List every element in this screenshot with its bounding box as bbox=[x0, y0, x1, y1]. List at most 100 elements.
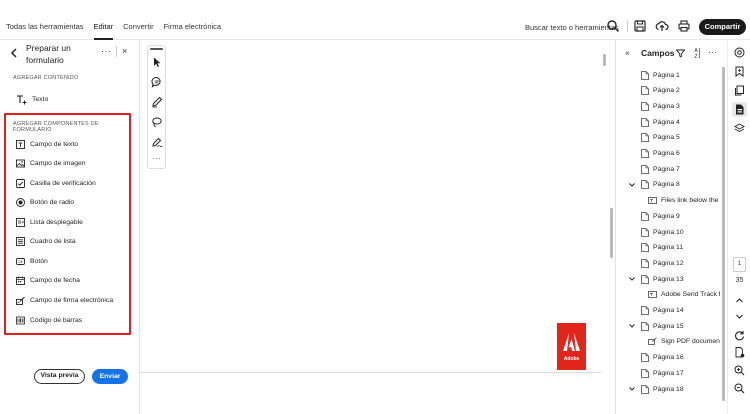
menu-e-sign[interactable]: Firma electrónica bbox=[164, 22, 222, 36]
page-node[interactable]: Página 3 bbox=[641, 100, 680, 112]
checkbox-item[interactable]: Casilla de verificación bbox=[16, 177, 96, 189]
dropdown-list-item[interactable]: Lista desplegable bbox=[16, 216, 83, 228]
tool-strip-handle[interactable] bbox=[150, 48, 163, 50]
chevron-down-icon[interactable] bbox=[628, 275, 636, 283]
menu-all-tools[interactable]: Todas las herramientas bbox=[6, 22, 84, 36]
more-tools-icon[interactable]: ··· bbox=[148, 154, 165, 163]
page-node[interactable]: Página 18 bbox=[629, 383, 684, 395]
search-icon[interactable] bbox=[606, 19, 620, 33]
panel-header-divider bbox=[116, 46, 117, 57]
e-signature-field-item[interactable]: Campo de firma electrónica bbox=[16, 294, 113, 306]
cloud-upload-icon[interactable] bbox=[655, 19, 669, 33]
chevron-up-icon[interactable] bbox=[734, 295, 745, 306]
comment-icon[interactable] bbox=[151, 76, 163, 88]
close-icon[interactable]: × bbox=[122, 46, 127, 56]
image-field-item[interactable]: Campo de imagen bbox=[16, 157, 86, 169]
menu-edit[interactable]: Editar bbox=[93, 22, 113, 40]
layers-icon[interactable] bbox=[734, 123, 745, 134]
more-options-icon[interactable]: ··· bbox=[101, 46, 112, 56]
field-node[interactable]: Adobe Send Track fo bbox=[648, 289, 720, 301]
send-button[interactable]: Enviar bbox=[92, 369, 128, 384]
current-page-input[interactable]: 1 bbox=[733, 257, 746, 272]
page-node[interactable]: Página 5 bbox=[641, 132, 680, 144]
fields-scrollbar[interactable] bbox=[722, 67, 725, 401]
chevron-down-icon[interactable] bbox=[628, 181, 636, 189]
checkbox-icon bbox=[16, 178, 25, 188]
svg-text:OK: OK bbox=[18, 260, 24, 264]
page-node[interactable]: Página 10 bbox=[641, 226, 684, 238]
zoom-out-icon[interactable] bbox=[734, 383, 745, 394]
date-field-label: Campo de fecha bbox=[30, 276, 80, 284]
button-item[interactable]: OK Botón bbox=[16, 255, 48, 267]
back-arrow-icon[interactable] bbox=[9, 48, 19, 58]
dropdown-icon bbox=[16, 217, 25, 227]
page-node[interactable]: Página 1 bbox=[641, 69, 680, 81]
print-icon[interactable] bbox=[677, 19, 691, 33]
select-cursor-icon[interactable] bbox=[151, 56, 163, 68]
field-node[interactable]: Files link below the Se bbox=[648, 195, 720, 207]
node-label: Página 4 bbox=[653, 118, 680, 126]
page-bottom-edge bbox=[141, 372, 601, 373]
page-icon bbox=[641, 149, 649, 158]
save-icon[interactable] bbox=[633, 19, 647, 33]
add-text-item[interactable]: Texto bbox=[16, 93, 48, 105]
copy-pages-icon[interactable] bbox=[734, 85, 745, 96]
search-tools-button[interactable]: Buscar texto o herramientas bbox=[525, 23, 619, 32]
node-label: Página 9 bbox=[653, 212, 680, 220]
page-icon bbox=[641, 243, 649, 253]
canvas-scroll-thumb-top[interactable] bbox=[603, 54, 606, 66]
chevron-down-icon[interactable] bbox=[734, 311, 745, 322]
form-document-icon[interactable] bbox=[734, 104, 745, 115]
field-node[interactable]: Sign PDF documents bbox=[648, 336, 720, 348]
barcode-item[interactable]: Código de barras bbox=[16, 314, 82, 326]
page-node[interactable]: Página 12 bbox=[641, 257, 684, 269]
prepare-form-panel: Preparar un formulario ··· × AGREGAR CON… bbox=[0, 40, 140, 414]
page-node[interactable]: Página 8 bbox=[629, 179, 680, 191]
node-label: Página 2 bbox=[653, 87, 680, 95]
page-settings-icon[interactable] bbox=[734, 347, 745, 358]
preview-button[interactable]: Vista previa bbox=[34, 369, 85, 384]
chevron-down-icon[interactable] bbox=[628, 385, 636, 393]
list-box-item[interactable]: Cuadro de lista bbox=[16, 235, 76, 247]
page-node[interactable]: Página 9 bbox=[641, 210, 680, 222]
lasso-draw-icon[interactable] bbox=[151, 116, 163, 128]
signature-field-icon bbox=[648, 337, 657, 346]
text-field-item[interactable]: Campo de texto bbox=[16, 138, 78, 150]
node-label: Página 5 bbox=[653, 134, 680, 142]
section-add-content: AGREGAR CONTENIDO bbox=[13, 75, 79, 81]
page-node[interactable]: Página 6 bbox=[641, 148, 680, 160]
page-icon bbox=[641, 117, 649, 127]
calendar-icon bbox=[16, 276, 25, 285]
page-icon bbox=[641, 133, 649, 143]
page-icon bbox=[641, 306, 649, 315]
page-node[interactable]: Página 17 bbox=[641, 367, 684, 379]
page-node[interactable]: Página 14 bbox=[641, 305, 684, 317]
page-node[interactable]: Página 7 bbox=[641, 163, 680, 175]
menu-convert[interactable]: Convertir bbox=[123, 22, 153, 36]
total-pages: 35 bbox=[735, 277, 744, 284]
radio-icon bbox=[16, 197, 25, 207]
page-node[interactable]: Página 2 bbox=[641, 85, 680, 97]
fill-sign-icon[interactable] bbox=[151, 136, 163, 148]
document-canvas[interactable]: ··· Adobe bbox=[141, 40, 601, 414]
page-icon bbox=[641, 321, 649, 331]
page-node[interactable]: Página 13 bbox=[629, 273, 684, 285]
page-node[interactable]: Página 16 bbox=[641, 352, 684, 364]
e-signature-field-label: Campo de firma electrónica bbox=[30, 296, 114, 304]
page-node[interactable]: Página 4 bbox=[641, 116, 680, 128]
rotate-icon[interactable] bbox=[734, 330, 745, 341]
radio-button-item[interactable]: Botón de radio bbox=[16, 196, 74, 208]
share-button[interactable]: Compartir bbox=[699, 19, 746, 35]
pencil-icon[interactable] bbox=[151, 96, 163, 108]
canvas-scroll-thumb[interactable] bbox=[610, 208, 613, 258]
ai-assistant-icon[interactable] bbox=[734, 47, 745, 58]
barcode-label: Código de barras bbox=[30, 316, 83, 324]
zoom-in-icon[interactable] bbox=[734, 365, 745, 376]
page-node[interactable]: Página 11 bbox=[641, 242, 683, 254]
chevron-down-icon[interactable] bbox=[628, 322, 636, 330]
bookmark-icon[interactable] bbox=[734, 66, 745, 77]
date-field-item[interactable]: Campo de fecha bbox=[16, 274, 80, 286]
page-node[interactable]: Página 15 bbox=[629, 320, 684, 332]
node-label: Página 18 bbox=[653, 385, 684, 393]
top-toolbar: Todas las herramientas Editar Convertir … bbox=[0, 0, 750, 40]
